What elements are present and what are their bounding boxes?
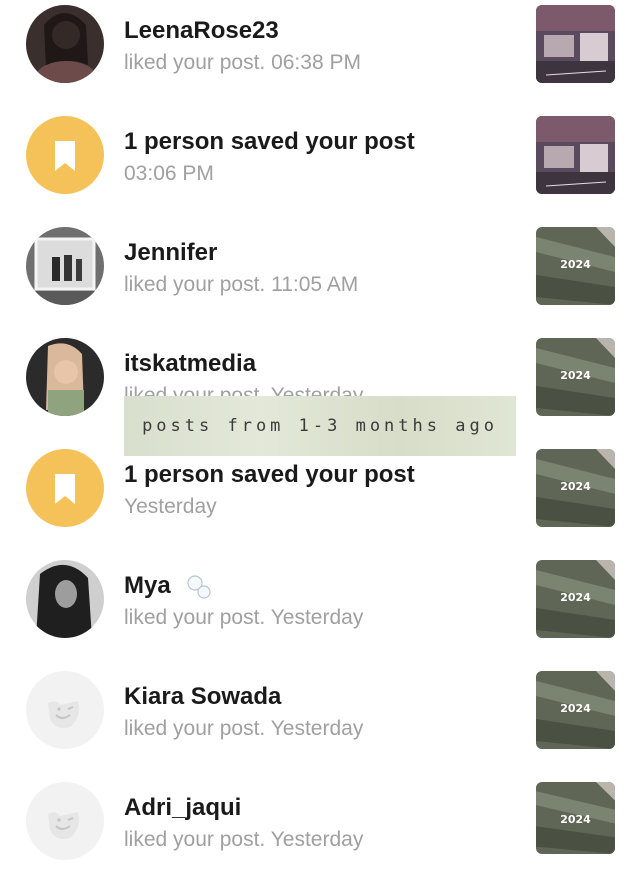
notification-row[interactable]: Jennifer liked your post. 11:05 AM 2024: [0, 222, 640, 333]
notification-row[interactable]: 1 person saved your post 03:06 PM: [0, 111, 640, 222]
notification-subtitle: 03:06 PM: [124, 162, 214, 185]
notification-row[interactable]: Mya liked your post. Yesterday 2024: [0, 555, 640, 666]
post-thumbnail[interactable]: [536, 116, 615, 194]
post-thumbnail[interactable]: 2024: [536, 338, 615, 416]
notification-subtitle: liked your post. Yesterday: [124, 828, 364, 851]
bookmark-icon: [55, 141, 75, 171]
thumbnail-year: 2024: [560, 258, 591, 271]
notification-name[interactable]: 1 person saved your post: [124, 461, 415, 489]
post-thumbnail[interactable]: 2024: [536, 560, 615, 638]
notification-name[interactable]: 1 person saved your post: [124, 128, 415, 156]
default-avatar[interactable]: [26, 671, 104, 749]
avatar[interactable]: [26, 560, 104, 638]
notification-name[interactable]: Adri_jaqui: [124, 794, 241, 822]
post-thumbnail[interactable]: 2024: [536, 671, 615, 749]
save-badge: [26, 449, 104, 527]
notification-row[interactable]: Kiara Sowada liked your post. Yesterday …: [0, 666, 640, 777]
avatar[interactable]: [26, 5, 104, 83]
notification-name[interactable]: itskatmedia: [124, 350, 256, 378]
overlay-banner: posts from 1-3 months ago: [124, 396, 516, 456]
post-thumbnail[interactable]: [536, 5, 615, 83]
notification-row[interactable]: LeenaRose23 liked your post. 06:38 PM: [0, 0, 640, 111]
notification-name-text[interactable]: Mya: [124, 572, 171, 599]
notification-subtitle: liked your post. 06:38 PM: [124, 51, 361, 74]
notification-row[interactable]: Adri_jaqui liked your post. Yesterday 20…: [0, 777, 640, 888]
notification-name[interactable]: Jennifer: [124, 239, 217, 267]
thumbnail-year: 2024: [560, 813, 591, 826]
post-thumbnail[interactable]: 2024: [536, 449, 615, 527]
notification-subtitle: Yesterday: [124, 495, 217, 518]
notification-row[interactable]: 1 person saved your post Yesterday 2024: [0, 444, 640, 555]
post-thumbnail[interactable]: 2024: [536, 782, 615, 854]
avatar[interactable]: [26, 338, 104, 416]
default-avatar[interactable]: [26, 782, 104, 860]
notification-name[interactable]: Kiara Sowada: [124, 683, 281, 711]
thumbnail-year: 2024: [560, 702, 591, 715]
thumbnail-year: 2024: [560, 591, 591, 604]
notification-subtitle: liked your post. Yesterday: [124, 606, 364, 629]
thumbnail-year: 2024: [560, 480, 591, 493]
notification-name[interactable]: Mya: [124, 572, 213, 601]
avatar[interactable]: [26, 227, 104, 305]
thumbnail-year: 2024: [560, 369, 591, 382]
save-badge: [26, 116, 104, 194]
notification-name[interactable]: LeenaRose23: [124, 17, 279, 45]
bookmark-icon: [55, 474, 75, 504]
post-thumbnail[interactable]: 2024: [536, 227, 615, 305]
bubbles-icon: [187, 575, 211, 599]
notification-subtitle: liked your post. Yesterday: [124, 717, 364, 740]
notification-subtitle: liked your post. 11:05 AM: [124, 273, 359, 296]
overlay-banner-text: posts from 1-3 months ago: [142, 416, 498, 436]
